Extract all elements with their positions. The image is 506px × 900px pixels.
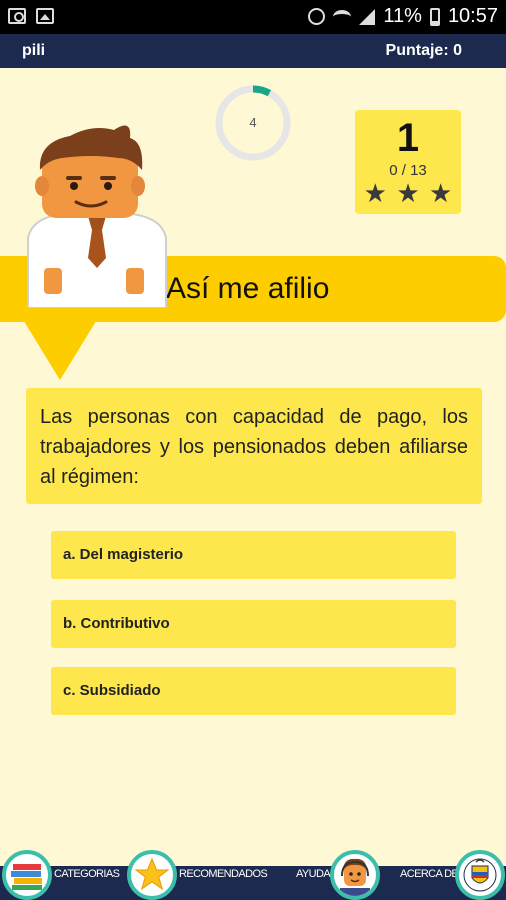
star-icon: ★ — [363, 178, 387, 208]
category-title: Así me afilio — [166, 272, 330, 305]
star-icon: ★ — [428, 178, 453, 208]
battery-percent: 11% — [383, 5, 422, 27]
bottom-navigation: CATEGORIAS RECOMENDADOS AYUDA ACERCA DE — [0, 850, 506, 900]
status-bar: 11% 10:57 — [0, 0, 506, 34]
books-icon — [11, 864, 42, 890]
nav-ayuda-label[interactable]: AYUDA — [296, 868, 331, 880]
nav-ayuda-button[interactable] — [330, 850, 380, 900]
app-bar: pili Puntaje: 0 — [0, 34, 506, 68]
star-icon — [134, 857, 170, 891]
support-agent-icon — [340, 858, 374, 896]
mascot-illustration — [27, 125, 167, 308]
countdown-timer: 4 — [214, 84, 292, 162]
battery-icon — [429, 7, 440, 26]
username: pili — [22, 42, 46, 59]
banner-tail — [22, 318, 98, 380]
star-icon: ★ — [396, 178, 420, 208]
wifi-icon — [333, 9, 352, 24]
level-card: 1 0 / 13 ★ ★ ★ — [355, 110, 461, 214]
answer-option-c[interactable]: c. Subsidiado — [51, 667, 456, 715]
camera-notification-icon — [8, 8, 26, 24]
timer-value: 4 — [249, 115, 257, 130]
nav-categorias-label[interactable]: CATEGORIAS — [54, 868, 120, 880]
level-progress: 0 / 13 — [389, 162, 427, 179]
star-rating: ★ ★ ★ — [355, 180, 461, 206]
answer-option-b[interactable]: b. Contributivo — [51, 600, 456, 648]
nav-acerca-button[interactable] — [455, 850, 505, 900]
score: Puntaje: 0 — [385, 42, 462, 59]
signal-icon — [359, 8, 376, 25]
nav-recomendados-label[interactable]: RECOMENDADOS — [179, 868, 268, 880]
nav-recomendados-button[interactable] — [127, 850, 177, 900]
question-text: Las personas con capacidad de pago, los … — [40, 406, 468, 488]
coat-of-arms-icon — [463, 858, 497, 892]
alarm-icon — [308, 8, 326, 25]
level-number: 1 — [396, 116, 420, 160]
nav-categorias-button[interactable] — [2, 850, 52, 900]
clock: 10:57 — [447, 5, 498, 27]
question-card: Las personas con capacidad de pago, los … — [26, 388, 482, 504]
image-notification-icon — [36, 8, 54, 24]
answer-option-a[interactable]: a. Del magisterio — [51, 531, 456, 579]
nav-acerca-label[interactable]: ACERCA DE — [400, 868, 459, 880]
